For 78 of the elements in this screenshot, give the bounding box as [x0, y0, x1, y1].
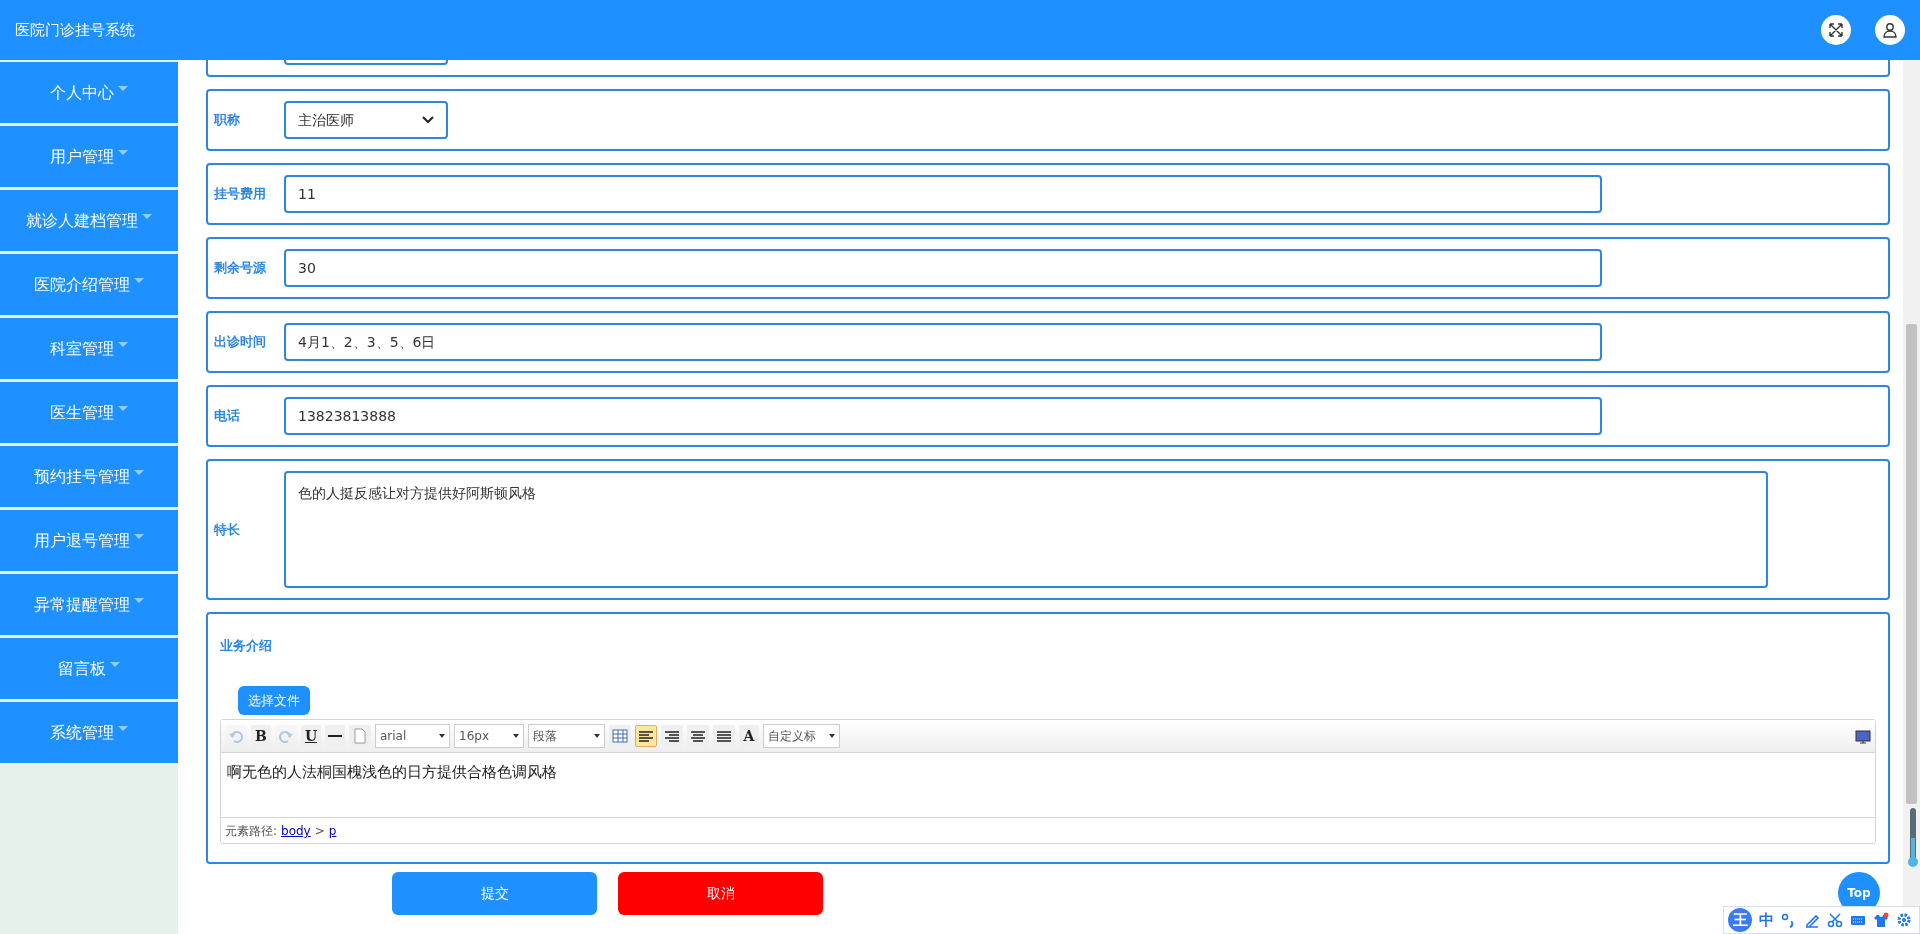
caret-icon	[118, 726, 128, 731]
justify-icon	[716, 729, 732, 743]
table-icon	[612, 728, 628, 744]
expand-icon	[1828, 22, 1844, 38]
user-button[interactable]	[1875, 15, 1905, 45]
align-button[interactable]	[713, 725, 735, 747]
chevron-down-icon	[422, 116, 434, 124]
field-label: 特长	[214, 520, 241, 539]
select-field[interactable]: 主治医师	[284, 101, 448, 139]
field-label: 挂号费用	[214, 185, 267, 204]
field-label: 业务介绍	[220, 637, 273, 655]
horizontal-rule-icon	[328, 735, 342, 737]
submit-button[interactable]: 提交	[392, 872, 597, 915]
sidebar-item[interactable]: 系统管理	[0, 702, 178, 763]
field-label: 出诊时间	[214, 333, 267, 352]
align-button[interactable]	[661, 725, 683, 747]
caret-icon	[110, 662, 120, 667]
input-field[interactable]: 30	[284, 249, 1602, 287]
sidebar-item[interactable]: 就诊人建档管理	[0, 190, 178, 251]
monitor-icon[interactable]	[1855, 728, 1871, 745]
page-icon	[352, 728, 368, 744]
toolbar-button[interactable]	[325, 725, 345, 747]
input-field[interactable]: 11	[284, 175, 1602, 213]
caret-icon	[118, 150, 128, 155]
settings-icon[interactable]	[1896, 912, 1912, 928]
redo-icon	[278, 728, 294, 744]
align-right-icon	[664, 729, 680, 743]
align-button[interactable]	[635, 725, 657, 747]
cancel-button[interactable]: 取消	[618, 872, 823, 915]
caret-icon	[134, 598, 144, 603]
undo-icon	[228, 728, 244, 744]
input-field[interactable]: 4月1、2、3、5、6日	[284, 323, 1602, 361]
sidebar-item[interactable]: 个人中心	[0, 62, 178, 123]
upload-button[interactable]: 选择文件	[238, 685, 310, 715]
ime-mode[interactable]: 中	[1759, 908, 1774, 932]
caret-icon	[118, 406, 128, 411]
toolbar-dropdown[interactable]: 段落	[528, 724, 605, 748]
sidebar-item[interactable]: 留言板	[0, 638, 178, 699]
fullscreen-button[interactable]	[1821, 15, 1851, 45]
path-label: 元素路径:	[225, 823, 278, 839]
sidebar-item[interactable]: 科室管理	[0, 318, 178, 379]
scissors-icon[interactable]	[1827, 912, 1843, 928]
ime-logo[interactable]: 王	[1728, 908, 1752, 932]
sidebar-item[interactable]: 医院介绍管理	[0, 254, 178, 315]
align-left-icon	[638, 729, 654, 743]
sidebar-item[interactable]: 预约挂号管理	[0, 446, 178, 507]
sidebar-item[interactable]: 用户管理	[0, 126, 178, 187]
caret-icon	[134, 278, 144, 283]
caret-icon	[118, 86, 128, 91]
sidebar-item[interactable]: 异常提醒管理	[0, 574, 178, 635]
field-label: 剩余号源	[214, 259, 267, 278]
align-center-icon	[690, 729, 706, 743]
field-label: 职称	[214, 111, 241, 130]
pen-icon[interactable]	[1804, 912, 1820, 928]
input-field[interactable]: 13823813888	[284, 397, 1602, 435]
app-title: 医院门诊挂号系统	[15, 19, 135, 41]
scrollbar-thumb[interactable]	[1906, 324, 1917, 804]
path-separator: >	[314, 823, 325, 839]
sidebar-item[interactable]: 医生管理	[0, 382, 178, 443]
align-button[interactable]	[687, 725, 709, 747]
shirt-icon[interactable]	[1873, 912, 1889, 928]
bold-button[interactable]: B	[251, 725, 271, 747]
toolbar-dropdown[interactable]: 自定义标	[763, 724, 840, 748]
field-label: 电话	[214, 407, 241, 426]
user-icon	[1882, 22, 1898, 38]
caret-icon	[142, 214, 152, 219]
textarea-field[interactable]: 色的人挺反感让对方提供好阿斯顿风格	[284, 471, 1768, 588]
caret-icon	[134, 470, 144, 475]
toolbar-dropdown[interactable]: 16px	[454, 724, 524, 748]
caret-icon	[118, 342, 128, 347]
underline-button[interactable]: U	[301, 725, 321, 747]
toolbar-dropdown[interactable]: arial	[375, 724, 450, 748]
gauge-icon	[1908, 808, 1918, 868]
caret-icon	[134, 534, 144, 539]
font-color-button[interactable]: A	[739, 725, 759, 747]
path-link[interactable]: p	[328, 822, 337, 839]
path-link[interactable]: body	[281, 822, 311, 839]
sidebar-item[interactable]: 用户退号管理	[0, 510, 178, 571]
